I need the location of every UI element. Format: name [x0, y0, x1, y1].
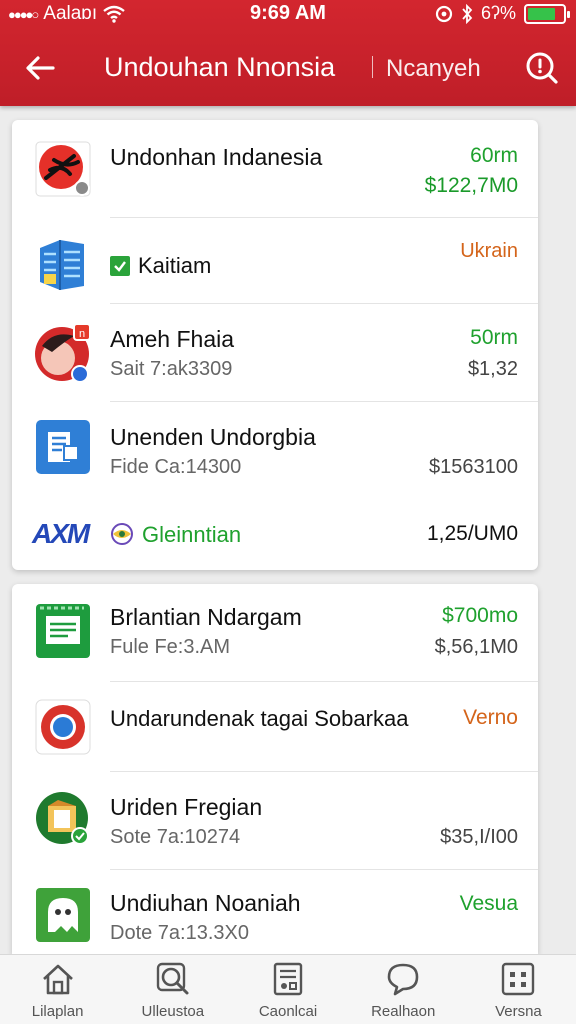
item-detail: Fule Fe:3.AM	[110, 636, 231, 658]
bluetooth-icon	[462, 3, 473, 24]
page-title: Undouhan Nnonsia	[104, 52, 336, 82]
item-size: $700mo	[442, 604, 518, 627]
magnifier-icon	[156, 962, 189, 995]
item-name: Unenden Undorgbia	[110, 424, 316, 450]
grid-icon	[502, 962, 535, 996]
blue-document-icon	[34, 418, 92, 476]
status-bar: ●●●●○ Aalaɒı 9:69 AM 6ʔ%	[0, 0, 576, 28]
list-item[interactable]: n Ameh Fhaia Sait 7:ak3309 50rm $1,32	[12, 304, 538, 402]
svg-text:n: n	[79, 328, 85, 340]
item-size: 50rm	[470, 326, 518, 349]
item-badge-label: Kaitiam	[138, 253, 212, 278]
home-icon	[42, 964, 73, 995]
document-icon	[273, 962, 303, 996]
item-badge-label: Gleinntian	[142, 522, 242, 547]
item-status: Verno	[463, 706, 518, 729]
folder-app-icon	[34, 790, 92, 848]
alarm-icon	[435, 5, 453, 22]
list-item[interactable]: AXM Gleinntian 1,25/UM0	[12, 498, 538, 570]
green-sheet-icon	[34, 602, 92, 660]
item-size: 60rm	[470, 144, 518, 167]
tab-search[interactable]: Ulleustoa	[115, 955, 230, 1024]
item-value: $1563100	[429, 456, 518, 478]
list-item[interactable]: Undonhan Indanesia 60rm $122,7M0	[12, 120, 538, 218]
item-detail: Dote 7a:13.3X0	[110, 922, 249, 944]
status-right: 6ʔ%	[435, 3, 570, 24]
tab-label: Lilaplan	[31, 1003, 84, 1020]
battery-percent: 6ʔ%	[480, 3, 516, 23]
title-bar: Undouhan Nnonsia Ncanyeh	[0, 40, 576, 96]
item-name: Ameh Fhaia	[110, 326, 235, 352]
ghost-app-icon	[34, 886, 92, 944]
item-value: $1,32	[467, 358, 518, 380]
item-name: Undarundenak tagai Sobarkaa	[110, 706, 409, 731]
tab-home[interactable]: Lilaplan	[0, 955, 115, 1024]
tab-label: Caonlcai	[258, 1003, 318, 1020]
list-item[interactable]: Unenden Undorgbia Fide Ca:14300 $1563100	[12, 402, 538, 498]
page-subtitle: Ncanyeh	[386, 55, 481, 82]
battery-level	[528, 7, 556, 20]
chrome-icon	[34, 698, 92, 756]
search-button[interactable]	[520, 46, 564, 90]
item-status: Vesua	[459, 892, 518, 915]
tab-messages[interactable]: Realhaon	[346, 955, 461, 1024]
app-header: ●●●●○ Aalaɒı 9:69 AM 6ʔ% Undouhan Nnonsi…	[0, 0, 576, 106]
tab-label: Realhaon	[371, 1003, 436, 1020]
item-status: Ukrain	[460, 240, 518, 262]
tab-menu[interactable]: Versna	[461, 955, 576, 1024]
chat-bubble-icon	[387, 963, 419, 996]
list-item[interactable]: Brlantian Ndargam Fule Fe:3.AM $700mo $,…	[12, 584, 538, 682]
list-item[interactable]: Kaitiam Ukrain	[12, 218, 538, 304]
tab-label: Versna	[495, 1003, 542, 1020]
check-badge-icon	[110, 256, 130, 276]
item-detail: Sait 7:ak3309	[110, 358, 233, 380]
download-list-card-2: Brlantian Ndargam Fule Fe:3.AM $700mo $,…	[12, 584, 538, 954]
bottom-tab-bar: Lilaplan Ulleustoa Caonlcai Realhaon Ver…	[0, 954, 576, 1024]
arrow-left-icon	[26, 56, 55, 80]
title-divider	[372, 56, 373, 78]
download-list-card-1: Undonhan Indanesia 60rm $122,7M0 Kaitiam…	[12, 120, 538, 570]
battery-icon	[524, 3, 570, 24]
item-detail: Fide Ca:14300	[110, 456, 242, 478]
tab-label: Ulleustoa	[141, 1003, 205, 1020]
item-name: Undiuhan Noaniah	[110, 890, 301, 916]
search-icon	[526, 52, 558, 84]
tab-documents[interactable]: Caonlcai	[230, 955, 345, 1024]
list-item[interactable]: Undarundenak tagai Sobarkaa Verno	[12, 682, 538, 772]
red-app-icon	[34, 140, 92, 198]
list-item[interactable]: Undiuhan Noaniah Dote 7a:13.3X0 Vesua	[12, 870, 538, 954]
item-value: $122,7M0	[424, 174, 518, 197]
item-name: Uriden Fregian	[110, 794, 263, 820]
item-value: $,56,1M0	[434, 636, 518, 658]
item-value: $35,I/I00	[440, 826, 518, 848]
item-name: Brlantian Ndargam	[110, 604, 302, 630]
blue-building-icon	[34, 234, 92, 292]
list-item[interactable]: Uriden Fregian Sote 7a:10274 $35,I/I00	[12, 772, 538, 870]
item-value: 1,25/UM0	[426, 522, 518, 545]
item-name: Undonhan Indanesia	[110, 144, 323, 170]
face-app-icon: n	[34, 322, 92, 383]
back-button[interactable]	[20, 48, 60, 88]
item-detail: Sote 7a:10274	[110, 826, 241, 848]
axm-logo-icon: AXM	[32, 518, 90, 549]
eye-badge-icon	[110, 522, 134, 546]
